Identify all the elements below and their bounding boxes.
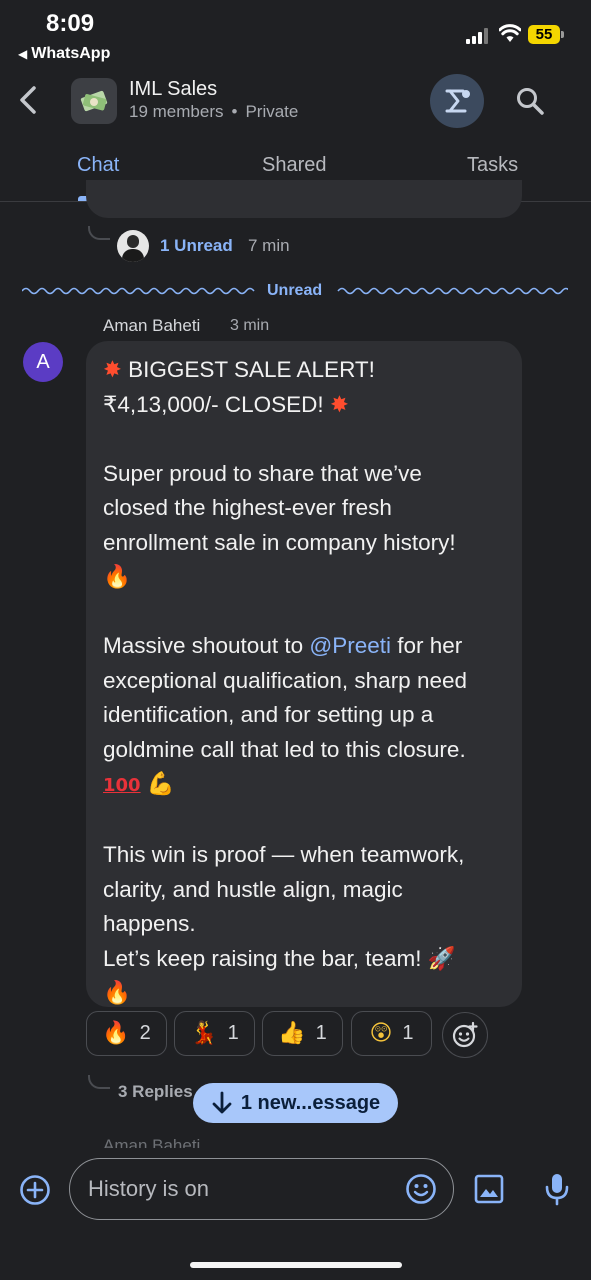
tab-shared[interactable]: Shared <box>262 154 327 177</box>
add-reaction-icon <box>452 1021 478 1048</box>
group-subtitle: 19 members • Private <box>129 102 298 122</box>
reaction-fire[interactable]: 🔥 2 <box>86 1011 167 1056</box>
message-line: 🔥 <box>103 560 505 595</box>
message-line: This win is proof — when teamwork, <box>103 842 465 867</box>
message-time: 3 min <box>230 317 270 334</box>
new-message-button[interactable]: 1 new...essage <box>193 1083 398 1123</box>
group-name[interactable]: IML Sales <box>129 78 217 101</box>
message-line: Massive shoutout to @Preeti for her <box>103 629 505 664</box>
reaction-dancer[interactable]: 💃 1 <box>174 1011 255 1056</box>
dancer-emoji-icon: 💃 <box>190 1021 218 1046</box>
back-triangle-icon: ◀ <box>18 47 28 61</box>
cellular-signal-icon <box>466 28 492 44</box>
new-message-label: 1 new...essage <box>240 1091 381 1114</box>
message-line: ✸ BIGGEST SALE ALERT! <box>103 353 505 388</box>
rocket-emoji-icon: 🚀 <box>427 945 456 972</box>
message-line: happens. <box>103 911 196 936</box>
sender-avatar[interactable]: A <box>23 342 63 382</box>
back-to-app-link[interactable]: ◀ WhatsApp <box>18 45 110 63</box>
thread-unread-link[interactable]: 1 Unread <box>160 236 233 256</box>
battery-tip <box>561 31 564 38</box>
thread-connector <box>88 1075 110 1089</box>
next-sender-name: Aman Baheti <box>103 1136 201 1148</box>
money-icon <box>80 90 108 112</box>
thread-time: 7 min <box>248 236 290 255</box>
home-indicator <box>190 1262 402 1268</box>
message-text: ₹4,13,000/- CLOSED! <box>103 391 324 417</box>
message-line: 🔥 <box>103 976 505 1011</box>
collision-emoji-icon: ✸ <box>103 357 122 383</box>
message-text: for her <box>390 633 463 658</box>
fire-emoji-icon: 🔥 <box>103 980 132 1006</box>
group-avatar[interactable] <box>71 78 117 124</box>
back-arrow-icon[interactable] <box>14 82 44 118</box>
message-text: BIGGEST SALE ALERT! <box>128 357 375 382</box>
image-icon[interactable] <box>473 1173 505 1205</box>
tab-chat[interactable]: Chat <box>77 154 119 177</box>
microphone-icon[interactable] <box>542 1172 572 1206</box>
flexed-biceps-emoji-icon: 💪 <box>146 771 175 797</box>
summarize-icon <box>445 89 470 113</box>
search-icon[interactable] <box>514 85 546 117</box>
reaction-astonished[interactable]: 😲 1 <box>351 1011 432 1056</box>
message-line: ₹4,13,000/- CLOSED! ✸ <box>103 388 505 423</box>
add-attachment-icon[interactable] <box>19 1174 51 1206</box>
message-text: Let’s keep raising the bar, team! <box>103 945 422 971</box>
collision-emoji-icon: ✸ <box>329 391 349 418</box>
composer-bar <box>0 1150 591 1230</box>
message-line: Super proud to share that we’ve <box>103 460 422 486</box>
member-count: 19 members <box>129 102 224 121</box>
astonished-emoji-icon: 😲 <box>369 1021 393 1046</box>
arrow-down-icon <box>212 1091 232 1114</box>
message-line: exceptional qualification, sharp need <box>103 667 467 693</box>
reaction-count: 2 <box>139 1022 151 1044</box>
message-line: 100 💪 <box>103 767 505 804</box>
wifi-icon <box>499 24 521 42</box>
gemini-button[interactable] <box>430 74 484 128</box>
add-reaction-button[interactable] <box>442 1012 488 1058</box>
hundred-points-emoji-icon: 100 <box>103 775 141 796</box>
previous-message-bubble[interactable] <box>86 180 522 218</box>
message-line: clarity, and hustle align, magic <box>103 876 403 902</box>
message-line: enrollment sale in company history! <box>103 529 456 555</box>
reaction-count: 1 <box>315 1022 327 1044</box>
message-line: Let’s keep raising the bar, team! 🚀 <box>103 942 505 977</box>
battery-indicator: 55 <box>528 25 560 44</box>
privacy-label: Private <box>245 102 299 121</box>
message-text: Massive shoutout to <box>103 633 310 658</box>
replies-link[interactable]: 3 Replies <box>118 1082 193 1102</box>
reply-avatar <box>117 230 149 262</box>
tab-tasks[interactable]: Tasks <box>467 154 518 177</box>
separator-dot: • <box>231 102 238 121</box>
thumbs-up-emoji-icon: 👍 <box>278 1021 306 1046</box>
message-bubble[interactable]: ✸ BIGGEST SALE ALERT! ₹4,13,000/- CLOSED… <box>86 341 522 1007</box>
status-time: 8:09 <box>46 10 95 37</box>
reaction-count: 1 <box>402 1022 414 1044</box>
reaction-thumbs-up[interactable]: 👍 1 <box>262 1011 343 1056</box>
fire-emoji-icon: 🔥 <box>103 564 132 590</box>
status-bar: 8:09 ◀ WhatsApp 55 <box>0 0 591 70</box>
reaction-count: 1 <box>227 1022 239 1044</box>
message-line: closed the highest-ever fresh <box>103 495 392 520</box>
unread-divider-label: Unread <box>267 282 323 299</box>
message-input-box[interactable] <box>69 1158 454 1220</box>
sender-name[interactable]: Aman Baheti <box>103 316 200 336</box>
mention-link[interactable]: @Preeti <box>309 633 391 658</box>
message-input[interactable] <box>88 1172 388 1206</box>
chat-header: IML Sales 19 members • Private <box>0 70 591 130</box>
emoji-icon[interactable] <box>404 1172 438 1206</box>
thread-connector <box>88 226 110 240</box>
back-app-label: WhatsApp <box>31 45 111 62</box>
message-line: goldmine call that led to this closure. <box>103 736 466 762</box>
message-line: identification, and for setting up a <box>103 702 434 727</box>
fire-emoji-icon: 🔥 <box>102 1021 130 1046</box>
